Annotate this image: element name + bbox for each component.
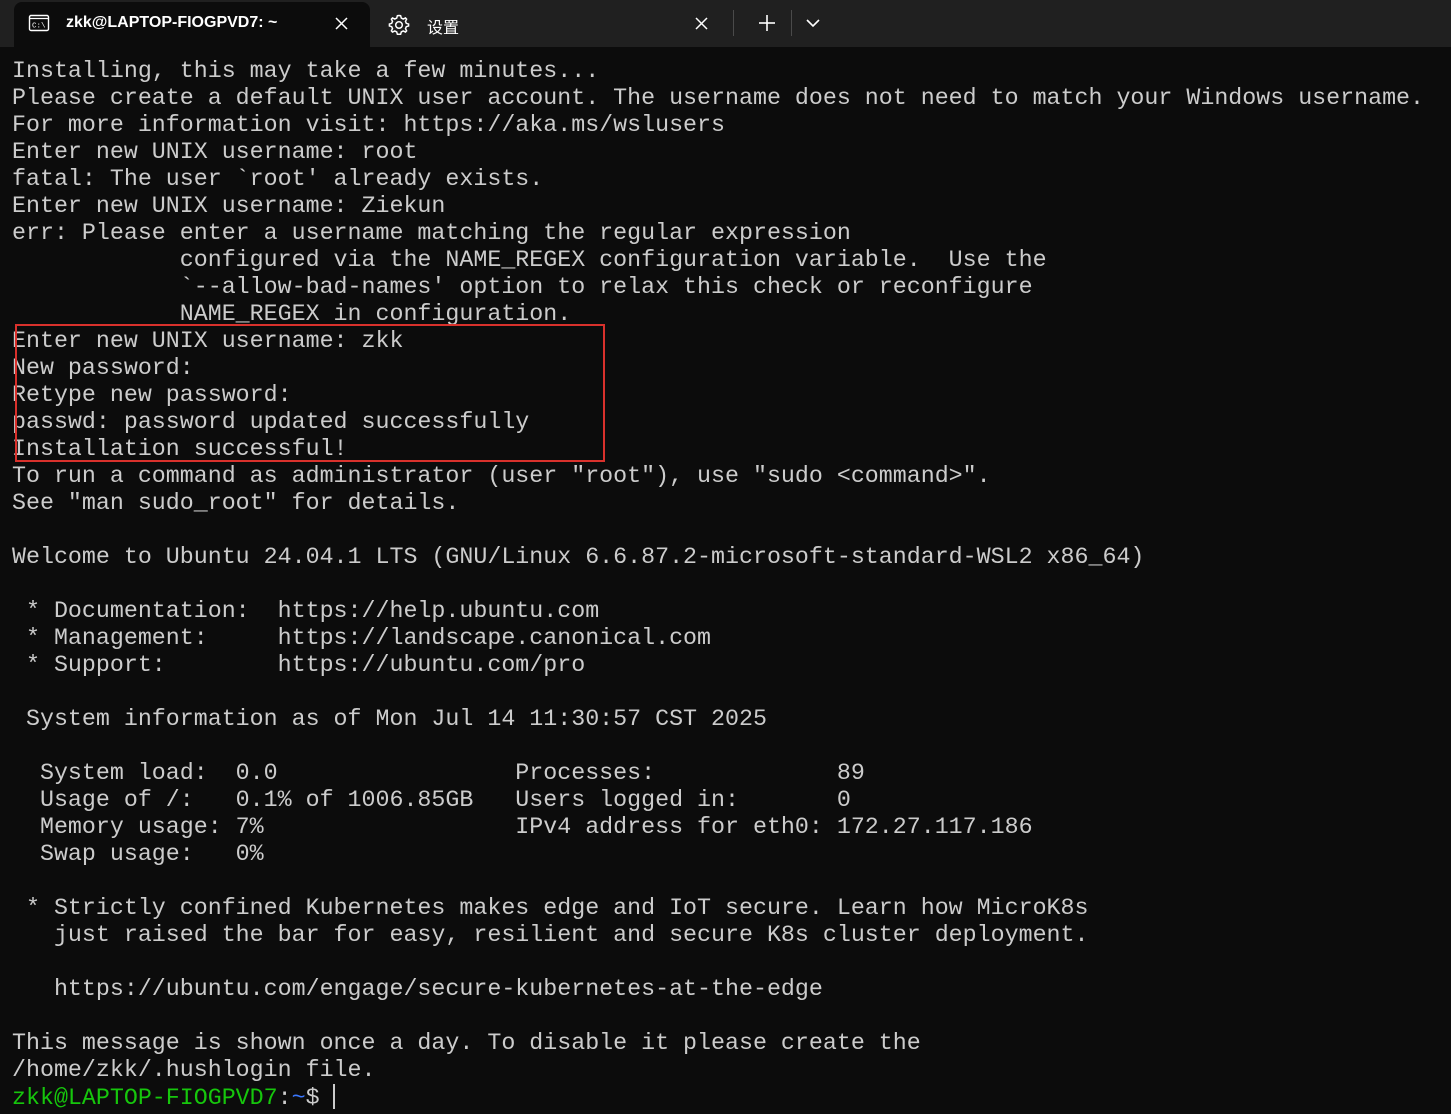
terminal-line: Enter new UNIX username: root: [12, 139, 418, 165]
terminal-line: configured via the NAME_REGEX configurat…: [12, 247, 1047, 273]
terminal-line: /home/zkk/.hushlogin file.: [12, 1057, 376, 1083]
terminal-line: Enter new UNIX username: zkk: [12, 328, 404, 354]
terminal-line: This message is shown once a day. To dis…: [12, 1030, 921, 1056]
terminal-line: System information as of Mon Jul 14 11:3…: [12, 706, 767, 732]
plus-icon: [759, 15, 775, 31]
tab-bar: C:\ zkk@LAPTOP-FIOGPVD7: ~ 设置: [0, 0, 1451, 47]
terminal-icon: C:\: [28, 12, 50, 34]
svg-text:C:\: C:\: [32, 23, 46, 31]
terminal-line: For more information visit: https://aka.…: [12, 112, 726, 138]
terminal-line: Installation successful!: [12, 436, 348, 462]
terminal-line: passwd: password updated successfully: [12, 409, 530, 435]
tab-dropdown-button[interactable]: [799, 9, 827, 37]
chevron-down-icon: [806, 19, 820, 28]
terminal-line: fatal: The user `root' already exists.: [12, 166, 544, 192]
prompt-path: ~: [291, 1085, 306, 1111]
terminal-output[interactable]: Installing, this may take a few minutes.…: [12, 58, 1447, 1114]
new-tab-button[interactable]: [753, 9, 781, 37]
terminal-line: just raised the bar for easy, resilient …: [12, 922, 1089, 948]
terminal-line: Memory usage: 7% IPv4 address for eth0: …: [12, 814, 1033, 840]
terminal-line: System load: 0.0 Processes: 89: [12, 760, 865, 786]
tab-settings-title: 设置: [427, 20, 460, 37]
terminal-line: * Documentation: https://help.ubuntu.com: [12, 598, 600, 624]
tab-separator: [733, 10, 734, 36]
terminal-line: NAME_REGEX in configuration.: [12, 301, 572, 327]
terminal-line: Enter new UNIX username: Ziekun: [12, 193, 446, 219]
terminal-line: err: Please enter a username matching th…: [12, 220, 851, 246]
tab-terminal[interactable]: C:\ zkk@LAPTOP-FIOGPVD7: ~: [14, 2, 370, 47]
prompt-symbol: $: [305, 1085, 320, 1111]
terminal-line: See "man sudo_root" for details.: [12, 490, 460, 516]
prompt-separator: :: [277, 1085, 292, 1111]
terminal-line: To run a command as administrator (user …: [12, 463, 991, 489]
terminal-line: https://ubuntu.com/engage/secure-kuberne…: [12, 976, 823, 1002]
close-icon[interactable]: [691, 13, 713, 35]
prompt-user-host: zkk@LAPTOP-FIOGPVD7: [12, 1085, 278, 1111]
terminal-line: Usage of /: 0.1% of 1006.85GB Users logg…: [12, 787, 851, 813]
text-cursor: [332, 1084, 335, 1109]
terminal-line: `--allow-bad-names' option to relax this…: [12, 274, 1033, 300]
terminal-line: * Management: https://landscape.canonica…: [12, 625, 712, 651]
terminal-window: C:\ zkk@LAPTOP-FIOGPVD7: ~ 设置 Installing…: [0, 0, 1451, 1114]
terminal-line: Please create a default UNIX user accoun…: [12, 85, 1425, 111]
terminal-line: * Support: https://ubuntu.com/pro: [12, 652, 586, 678]
terminal-line: Swap usage: 0%: [12, 841, 264, 867]
terminal-line: Retype new password:: [12, 382, 292, 408]
tab-terminal-title: zkk@LAPTOP-FIOGPVD7: ~: [66, 14, 278, 31]
tab-separator: [791, 10, 792, 36]
close-icon[interactable]: [331, 13, 353, 35]
terminal-line: Installing, this may take a few minutes.…: [12, 58, 600, 84]
terminal-line: Welcome to Ubuntu 24.04.1 LTS (GNU/Linux…: [12, 544, 1145, 570]
shell-prompt[interactable]: zkk@LAPTOP-FIOGPVD7:~$: [12, 1084, 1447, 1111]
terminal-line: New password:: [12, 355, 194, 381]
gear-icon: [387, 13, 410, 36]
terminal-line: * Strictly confined Kubernetes makes edg…: [12, 895, 1089, 921]
tab-settings[interactable]: 设置: [374, 2, 724, 47]
